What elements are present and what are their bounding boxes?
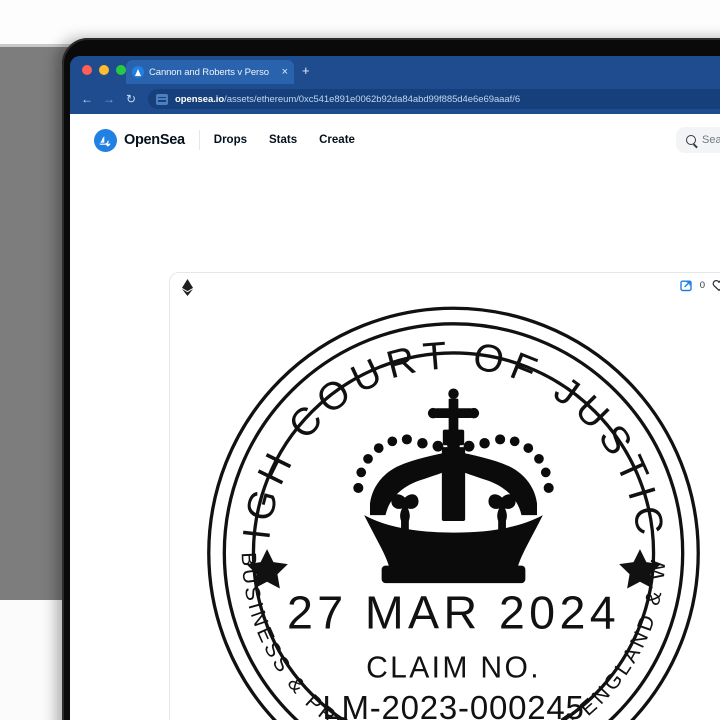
search-icon [686,135,696,145]
svg-text:HIGH COURT OF JUSTICE: HIGH COURT OF JUSTICE [201,293,672,544]
heart-icon[interactable] [712,279,720,292]
back-icon[interactable]: ← [76,92,98,106]
court-seal-image: HIGH COURT OF JUSTICE THE BUSINESS & PRO… [170,293,720,720]
url-input[interactable]: opensea.io/assets/ethereum/0xc541e891e00… [148,89,720,109]
forward-icon[interactable]: → [98,92,120,106]
site-settings-icon[interactable] [156,93,168,105]
browser-tab-active[interactable]: Cannon and Roberts v Perso × [126,60,294,84]
search-box[interactable]: Search [676,127,720,153]
close-window-button[interactable] [82,65,92,75]
close-icon[interactable]: × [280,66,288,78]
nav-item-stats[interactable]: Stats [269,134,297,146]
reload-icon[interactable]: ↻ [120,92,142,106]
page-viewport: OpenSea Drops Stats Create Search [70,114,720,720]
browser-tab-strip: Cannon and Roberts v Perso × + [70,56,720,84]
url-path: /assets/ethereum/0xc541e891e0062b92da84a… [224,93,521,105]
nav-item-drops[interactable]: Drops [214,134,247,146]
court-seal-svg: HIGH COURT OF JUSTICE THE BUSINESS & PRO… [201,293,700,720]
zoom-window-button[interactable] [116,65,126,75]
site-nav: Drops Stats Create [214,134,355,146]
browser-address-bar: ← → ↻ opensea.io/assets/ethereum/0xc541e… [70,84,720,114]
site-header: OpenSea Drops Stats Create Search [70,114,720,166]
seal-claim-label: CLAIM NO. [366,651,541,684]
screenshot-stage: Cannon and Roberts v Perso × + ← → ↻ ope… [0,0,720,720]
asset-card-actions: 0 [680,279,720,292]
url-host: opensea.io [175,93,225,105]
minimize-window-button[interactable] [99,65,109,75]
nav-item-create[interactable]: Create [319,134,355,146]
asset-image-card: 0 IGH COURT OF JUSTIC BUSINESS & PR ENGL… [169,272,720,720]
seal-top-arc-text: HIGH COURT OF JUSTICE [201,293,665,544]
window-controls[interactable] [82,65,126,75]
opensea-favicon-icon [132,66,144,78]
favorite-count: 0 [699,280,705,291]
browser-tab-title: Cannon and Roberts v Perso [149,66,269,78]
external-link-icon[interactable] [680,279,693,292]
search-placeholder: Search [702,134,720,146]
seal-date-text: 27 MAR 2024 [286,587,619,639]
royal-crown-icon [352,388,554,584]
site-brand-label: OpenSea [124,132,185,148]
opensea-sail-logo-icon [94,128,117,152]
url-text: opensea.io/assets/ethereum/0xc541e891e00… [175,94,520,105]
browser-window: Cannon and Roberts v Perso × + ← → ↻ ope… [70,56,720,720]
header-divider [198,130,200,150]
site-logo-link[interactable]: OpenSea [94,128,185,152]
new-tab-button[interactable]: + [302,64,310,77]
seal-claim-number: LM-2023-000245 [322,689,584,720]
